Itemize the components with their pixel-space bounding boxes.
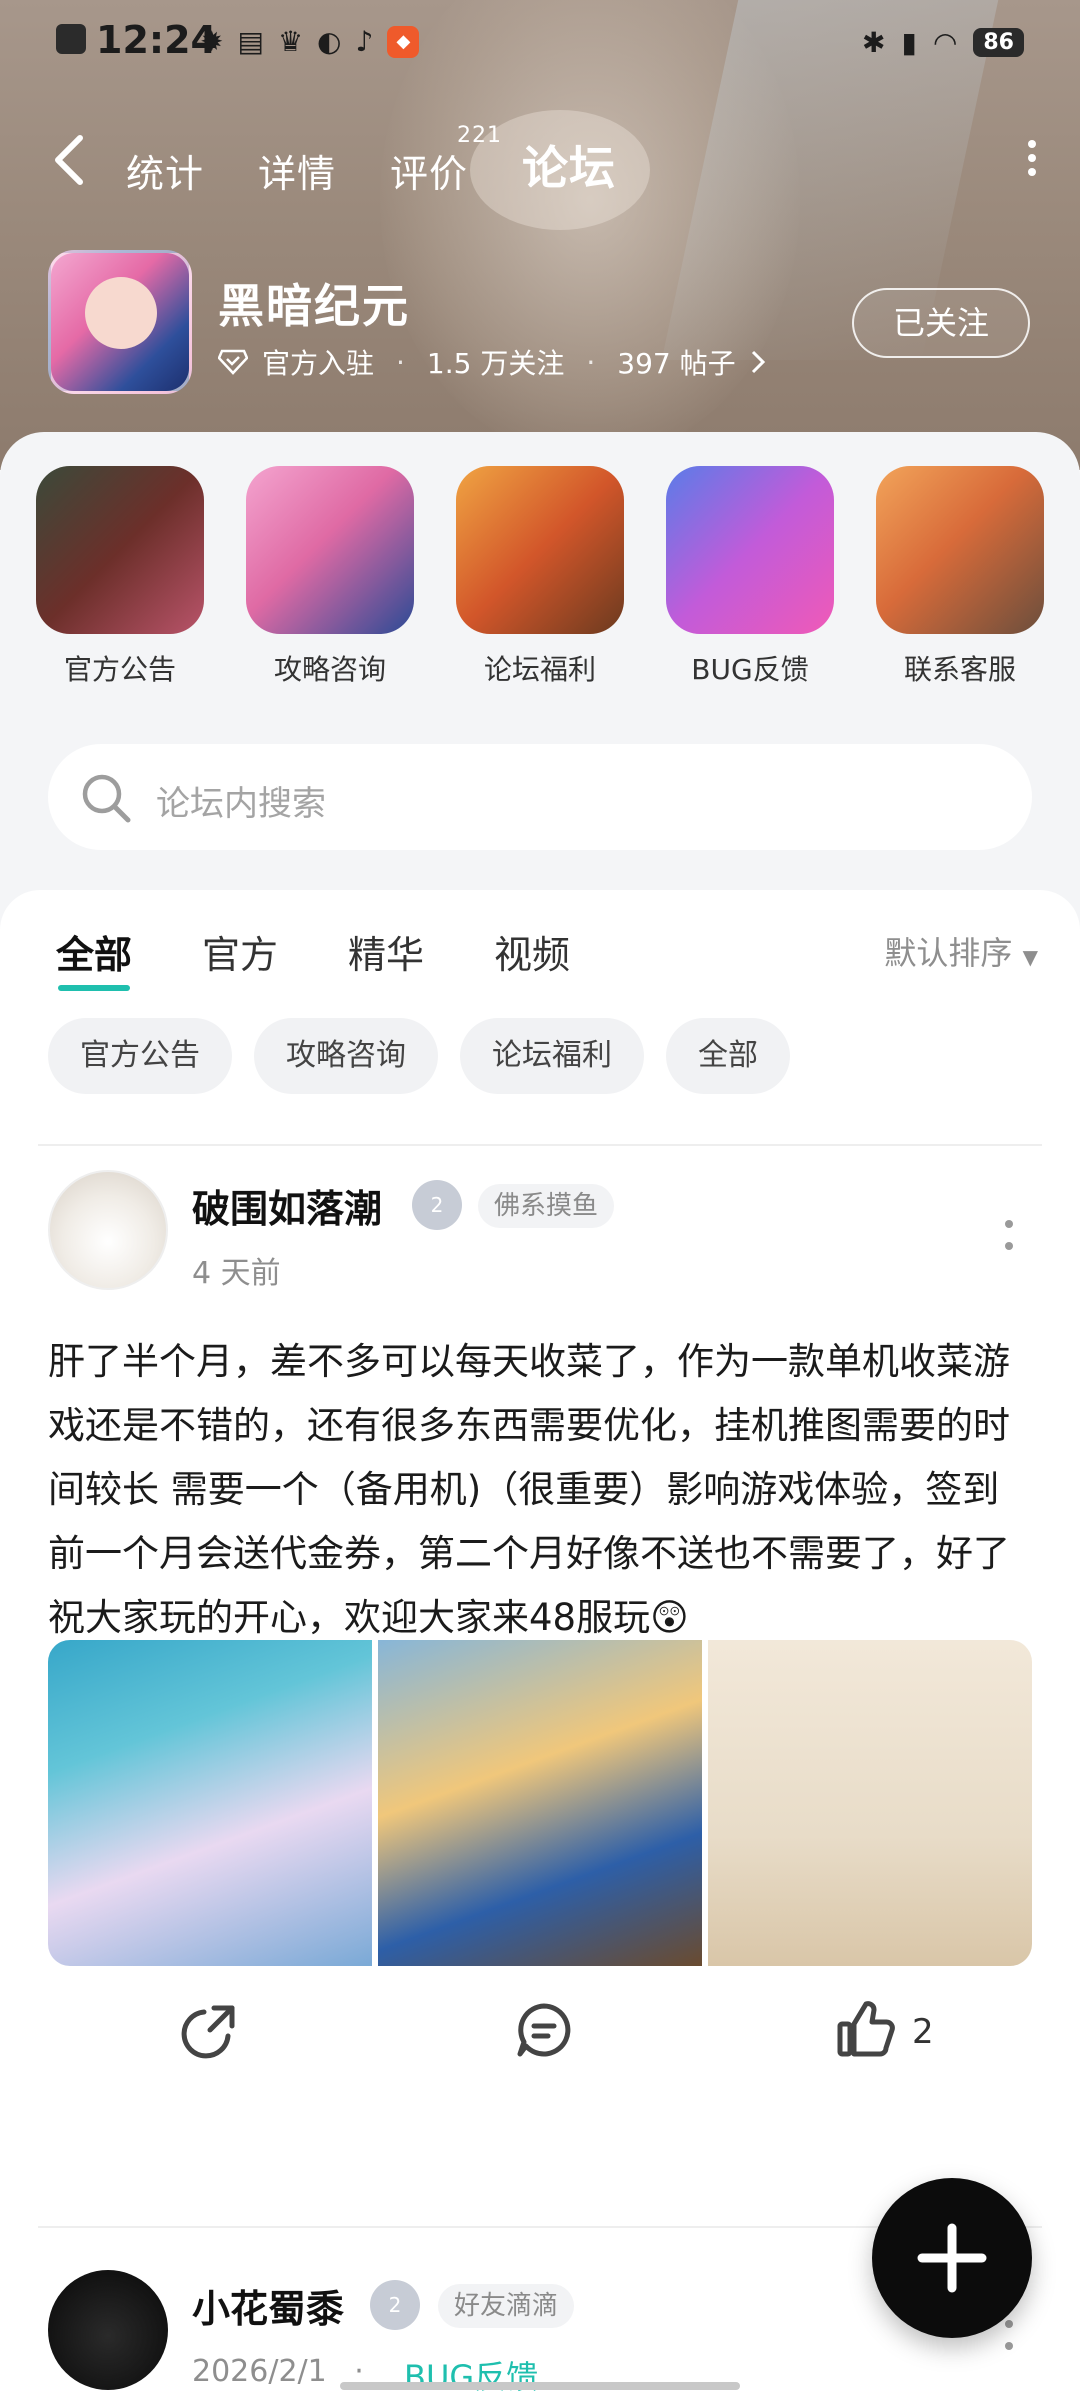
post-author[interactable]: 破围如落潮 [192,1178,382,1233]
tab-details[interactable]: 详情 [258,143,336,198]
avatar[interactable] [48,2270,168,2390]
post-category-link[interactable]: BUG反馈 [404,2352,538,2398]
feed-tab-video[interactable]: 视频 [494,924,570,979]
post-content[interactable]: 肝了半个月，差不多可以每天收菜了，作为一款单机收菜游戏还是不错的，还有很多东西需… [48,1330,1032,1650]
search-icon [82,774,131,823]
reviews-count-badge: 221 [457,123,503,148]
game-meta[interactable]: 官方入驻 · 1.5 万关注 · 397 帖子 [218,342,766,382]
meta-dot: · [396,345,405,379]
page-tabs: 统计 详情 评价 221 论坛 [126,123,621,198]
post-date: 2026/2/1 [192,2354,327,2389]
guides-thumbnail [246,466,414,634]
share-icon[interactable] [180,2000,240,2060]
post-image[interactable] [378,1640,702,1966]
posts-count: 397 帖子 [617,347,736,380]
wifi-icon: ◠ [932,26,958,59]
book-icon: ▤ [237,25,264,58]
benefits-thumbnail [456,466,624,634]
chip-announcements[interactable]: 官方公告 [48,1018,232,1094]
home-indicator[interactable] [340,2382,740,2390]
post-time: 4 天前 [192,1256,281,1291]
bluetooth-icon: ✱ [862,26,886,59]
game-icon[interactable] [48,250,192,394]
more-vertical-icon[interactable] [1002,2316,1016,2356]
user-title-tag: 好友滴滴 [438,2284,575,2328]
app-badge-icon: ◆ [387,26,420,58]
post-author[interactable]: 小花蜀黍 [192,2278,344,2333]
search-input[interactable]: 论坛内搜索 [156,776,326,825]
shortcut-guides[interactable]: 攻略咨询 [246,466,414,688]
shortcut-label: BUG反馈 [691,653,809,686]
crown-icon: ♛ [277,25,304,58]
game-title: 黑暗纪元 [218,279,410,333]
plus-icon [917,2223,987,2293]
divider [38,1144,1042,1146]
status-left [56,24,86,54]
feed-tab-official[interactable]: 官方 [202,924,278,979]
music-note-icon: ♪ [355,25,374,58]
bug-report-thumbnail [666,466,834,634]
tab-forum[interactable]: 论坛 [518,132,621,198]
chip-all[interactable]: 全部 [666,1018,790,1094]
avatar[interactable] [48,1170,168,1290]
status-time: 12:24 [96,18,217,62]
level-badge: 2 [412,1180,462,1230]
caret-down-icon: ▼ [1022,945,1038,969]
followers-count: 1.5 万关注 [426,347,565,380]
forum-shortcuts: 官方公告 攻略咨询 论坛福利 BUG反馈 联系客服 [0,466,1080,706]
shortcut-label: 攻略咨询 [273,653,386,686]
tab-reviews-label: 评价 [390,152,469,196]
category-chips: 官方公告 攻略咨询 论坛福利 全部 [48,1018,790,1094]
like-count: 2 [912,2012,934,2052]
forum-search-bar[interactable]: 论坛内搜索 [48,744,1032,850]
sort-dropdown[interactable]: 默认排序 ▼ [884,928,1038,974]
comment-icon[interactable] [514,2000,574,2060]
shortcut-benefits[interactable]: 论坛福利 [456,466,624,688]
shortcut-label: 官方公告 [63,653,176,686]
feed-tab-all[interactable]: 全部 [56,924,132,991]
like-icon[interactable] [836,2000,896,2060]
user-title-tag: 佛系摸鱼 [478,1184,615,1228]
post-image[interactable] [48,1640,372,1966]
notification-app-icon [56,24,86,54]
official-label: 官方入驻 [262,347,375,380]
leaf-icon: ◐ [317,25,342,58]
shortcut-announcements[interactable]: 官方公告 [36,466,204,688]
meta-dot: · [586,345,596,379]
back-arrow-icon[interactable] [50,132,90,188]
notification-icons: ✹ ▤ ♛ ◐ ♪ ◆ [200,25,420,58]
shortcut-bug-report[interactable]: BUG反馈 [666,466,834,688]
vibrate-icon: ▮ [901,26,917,59]
status-right: ✱ ▮ ◠ 86 [862,26,1024,59]
shortcut-support[interactable]: 联系客服 [876,466,1044,688]
tab-stats[interactable]: 统计 [126,143,204,198]
announcements-thumbnail [36,466,204,634]
chip-benefits[interactable]: 论坛福利 [460,1018,644,1094]
feed-tab-featured[interactable]: 精华 [348,924,424,979]
chip-guides[interactable]: 攻略咨询 [254,1018,438,1094]
chevron-right-icon [751,350,765,374]
fire-icon: ✹ [200,25,224,58]
more-vertical-icon[interactable] [1002,1216,1016,1256]
tab-reviews[interactable]: 评价 221 [390,123,501,198]
post-feed: 全部 官方 精华 视频 默认排序 ▼ 官方公告 攻略咨询 论坛福利 全部 破围如… [0,890,1080,2400]
post-time: 2026/2/1 · [192,2354,364,2389]
new-post-button[interactable] [866,2172,1038,2344]
post-image[interactable] [708,1640,1032,1966]
status-bar: 12:24 ✹ ▤ ♛ ◐ ♪ ◆ ✱ ▮ ◠ 86 [0,0,1080,86]
battery-indicator: 86 [973,28,1024,57]
top-navigation: 统计 详情 评价 221 论坛 [0,120,1080,200]
diamond-verified-icon [218,349,248,375]
level-badge: 2 [370,2280,420,2330]
shortcut-label: 联系客服 [903,653,1016,686]
sort-label: 默认排序 [884,934,1013,972]
post-images [48,1640,1032,1966]
follow-button[interactable]: 已关注 [852,288,1030,358]
more-vertical-icon[interactable] [1024,138,1040,178]
post-actions: 2 [0,1990,1080,2090]
shortcut-label: 论坛福利 [483,653,596,686]
feed-tabs: 全部 官方 精华 视频 [56,924,570,991]
support-thumbnail [876,466,1044,634]
